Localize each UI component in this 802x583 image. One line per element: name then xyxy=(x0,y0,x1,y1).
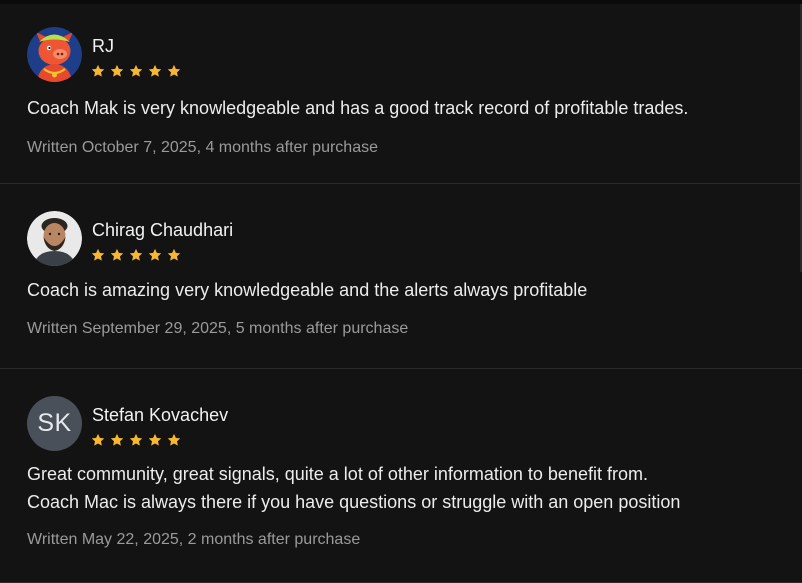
star-rating xyxy=(91,64,181,78)
review-text-line: Coach Mak is very knowledgeable and has … xyxy=(27,98,689,118)
star-icon xyxy=(91,248,105,261)
star-icon xyxy=(148,64,162,77)
reviewer-name: Stefan Kovachev xyxy=(92,405,229,425)
star-icon xyxy=(91,64,105,77)
star-icon xyxy=(129,433,143,446)
user-photo-icon xyxy=(27,211,82,266)
review-card: Chirag Chaudhari Coach is amazing very k… xyxy=(0,184,802,369)
review-card: RJ Coach Mak is very knowledgeable and h… xyxy=(0,4,802,184)
avatar[interactable] xyxy=(27,27,82,82)
review-meta: Written October 7, 2025, 4 months after … xyxy=(27,139,378,156)
star-rating xyxy=(91,433,181,447)
star-icon xyxy=(167,248,181,261)
star-icon xyxy=(148,433,162,446)
avatar[interactable]: SK xyxy=(27,396,82,451)
review-text: Coach is amazing very knowledgeable and … xyxy=(27,276,787,304)
review-text: Coach Mak is very knowledgeable and has … xyxy=(27,94,787,122)
star-icon xyxy=(110,64,124,77)
review-text: Great community, great signals, quite a … xyxy=(27,460,787,516)
star-icon xyxy=(167,433,181,446)
reviewer-name: RJ xyxy=(92,36,114,56)
star-icon xyxy=(167,64,181,77)
review-card: SK Stefan Kovachev Great community, grea… xyxy=(0,369,802,583)
star-icon xyxy=(110,433,124,446)
review-meta: Written May 22, 2025, 2 months after pur… xyxy=(27,531,361,548)
avatar[interactable] xyxy=(27,211,82,266)
star-icon xyxy=(129,248,143,261)
review-text-line: Great community, great signals, quite a … xyxy=(27,464,648,484)
pig-avatar-icon xyxy=(27,27,82,82)
review-meta: Written September 29, 2025, 5 months aft… xyxy=(27,320,409,337)
star-rating xyxy=(91,248,181,262)
reviewer-name: Chirag Chaudhari xyxy=(92,220,234,240)
star-icon xyxy=(129,64,143,77)
star-icon xyxy=(148,248,162,261)
review-text-line: Coach Mac is always there if you have qu… xyxy=(27,492,681,512)
review-text-line: Coach is amazing very knowledgeable and … xyxy=(27,280,588,300)
star-icon xyxy=(110,248,124,261)
star-icon xyxy=(91,433,105,446)
avatar-initials: SK xyxy=(37,409,72,437)
